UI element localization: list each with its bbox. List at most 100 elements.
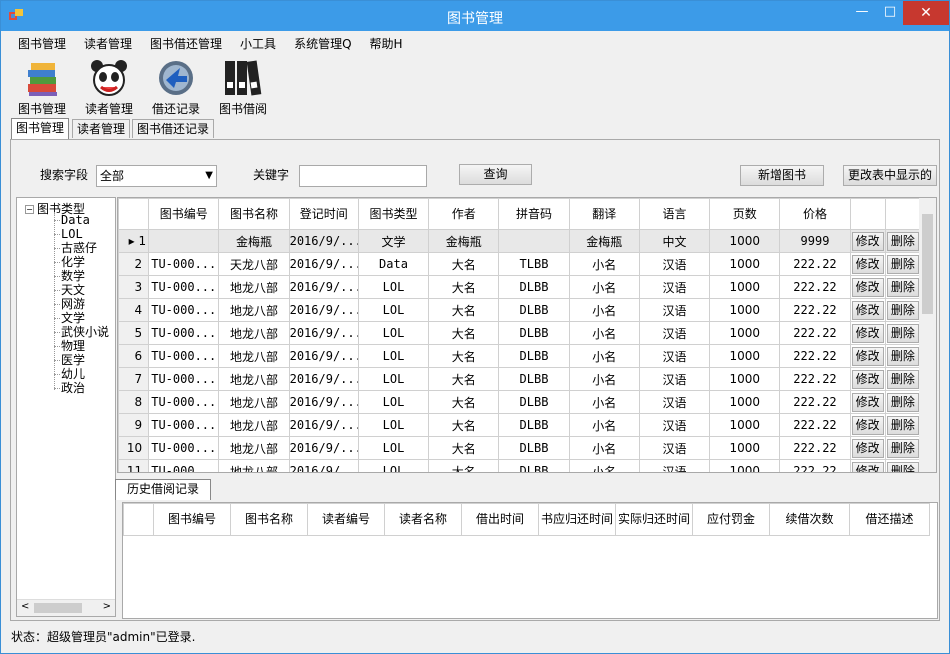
cell-price[interactable]: 222.22 <box>779 459 851 472</box>
cell-price[interactable]: 222.22 <box>779 367 851 391</box>
table-row[interactable]: ▸ 1 金梅瓶 2016/9/... 文学 金梅瓶 金梅瓶 中文 1000 9999 修改 删除 <box>118 229 922 253</box>
cell-price[interactable]: 222.22 <box>779 275 851 299</box>
table-row[interactable]: 8 TU-000... 地龙八部 2016/9/... LOL 大名 DLBB 小名 汉语 100… <box>118 390 922 414</box>
table-row[interactable]: 6 TU-000... 地龙八部 2016/9/... LOL 大名 DLBB 小名 汉语 100… <box>118 344 922 368</box>
cell-py[interactable]: TLBB <box>498 252 570 276</box>
delete-button[interactable]: 删除 <box>886 369 919 389</box>
menu-book-management[interactable]: 图书管理 <box>9 34 75 54</box>
edit-button[interactable]: 修改 <box>851 231 884 251</box>
delete-button[interactable]: 删除 <box>886 323 919 343</box>
row-header[interactable]: 8 <box>118 390 150 414</box>
table-row[interactable]: 11 TU-000... 地龙八部 2016/9/... LOL 大名 DLBB 小名 汉语 10… <box>118 459 922 472</box>
cell-py[interactable]: DLBB <box>498 390 570 414</box>
toolbar-book-borrow[interactable]: 图书借阅 <box>212 58 274 117</box>
book-type-tree[interactable]: − 图书类型 Data LOL 古惑仔 化学 数学 天文 网游 文学 武侠小说 物… <box>16 197 116 617</box>
menu-help[interactable]: 帮助H <box>361 34 412 54</box>
cell-type[interactable]: LOL <box>357 298 430 322</box>
cell-id[interactable]: TU-000... <box>148 298 220 322</box>
column-header[interactable]: 登记时间 <box>288 198 359 230</box>
cell-lang[interactable]: 中文 <box>638 229 711 253</box>
cell-author[interactable]: 大名 <box>428 344 500 368</box>
scroll-thumb[interactable] <box>922 214 933 314</box>
column-header[interactable]: 借出时间 <box>461 503 539 536</box>
cell-pages[interactable]: 1000 <box>709 252 781 276</box>
search-field-select[interactable]: 全部 ▼ <box>96 165 217 187</box>
tree-node[interactable]: 化学 <box>54 256 109 270</box>
cell-author[interactable]: 大名 <box>428 367 500 391</box>
cell-id[interactable]: TU-000... <box>148 390 220 414</box>
table-row[interactable]: 3 TU-000... 地龙八部 2016/9/... LOL 大名 DLBB 小名 汉语 100… <box>118 275 922 299</box>
cell-date[interactable]: 2016/9/... <box>288 459 359 472</box>
collapse-icon[interactable]: − <box>25 205 34 214</box>
edit-button[interactable]: 修改 <box>851 415 884 435</box>
cell-type[interactable]: LOL <box>357 367 430 391</box>
table-row[interactable]: 10 TU-000... 地龙八部 2016/9/... LOL 大名 DLBB 小名 汉语 10… <box>118 436 922 460</box>
row-header[interactable]: 5 <box>118 321 150 345</box>
tree-node[interactable]: 网游 <box>54 298 109 312</box>
column-header[interactable]: 作者 <box>428 198 500 230</box>
cell-type[interactable]: 文学 <box>357 229 430 253</box>
cell-lang[interactable]: 汉语 <box>638 436 711 460</box>
cell-trans[interactable]: 小名 <box>568 367 640 391</box>
cell-pages[interactable]: 1000 <box>709 413 781 437</box>
tree-node[interactable]: 武侠小说 <box>54 326 109 340</box>
tree-node[interactable]: 幼儿 <box>54 368 109 382</box>
scroll-left-icon[interactable]: < <box>21 601 29 612</box>
cell-lang[interactable]: 汉语 <box>638 390 711 414</box>
cell-py[interactable] <box>498 229 570 253</box>
cell-id[interactable]: TU-000... <box>148 413 220 437</box>
cell-trans[interactable]: 小名 <box>568 413 640 437</box>
cell-author[interactable]: 大名 <box>428 252 500 276</box>
cell-lang[interactable]: 汉语 <box>638 275 711 299</box>
cell-trans[interactable]: 小名 <box>568 344 640 368</box>
cell-py[interactable]: DLBB <box>498 298 570 322</box>
row-header[interactable]: 10 <box>118 436 150 460</box>
column-header[interactable]: 图书名称 <box>218 198 290 230</box>
tree-horizontal-scrollbar[interactable]: < > <box>17 599 115 616</box>
tree-node[interactable]: 医学 <box>54 354 109 368</box>
column-header[interactable]: 拼音码 <box>498 198 570 230</box>
tree-node[interactable]: LOL <box>54 228 109 242</box>
cell-id[interactable] <box>148 229 220 253</box>
cell-author[interactable]: 大名 <box>428 390 500 414</box>
cell-type[interactable]: LOL <box>357 459 430 472</box>
cell-name[interactable]: 金梅瓶 <box>218 229 290 253</box>
column-header[interactable]: 翻译 <box>568 198 640 230</box>
cell-name[interactable]: 地龙八部 <box>218 459 290 472</box>
cell-date[interactable]: 2016/9/... <box>288 298 359 322</box>
cell-pages[interactable]: 1000 <box>709 275 781 299</box>
cell-author[interactable]: 大名 <box>428 275 500 299</box>
tree-node[interactable]: 物理 <box>54 340 109 354</box>
cell-name[interactable]: 地龙八部 <box>218 344 290 368</box>
edit-button[interactable]: 修改 <box>851 369 884 389</box>
cell-py[interactable]: DLBB <box>498 436 570 460</box>
delete-button[interactable]: 删除 <box>886 300 919 320</box>
column-header[interactable]: 图书编号 <box>153 503 231 536</box>
cell-name[interactable]: 地龙八部 <box>218 321 290 345</box>
cell-price[interactable]: 222.22 <box>779 298 851 322</box>
edit-button[interactable]: 修改 <box>851 277 884 297</box>
cell-name[interactable]: 地龙八部 <box>218 413 290 437</box>
delete-button[interactable]: 删除 <box>886 461 919 472</box>
column-header[interactable]: 读者编号 <box>307 503 385 536</box>
cell-pages[interactable]: 1000 <box>709 321 781 345</box>
menu-reader-management[interactable]: 读者管理 <box>75 34 141 54</box>
column-header[interactable]: 价格 <box>779 198 851 230</box>
cell-date[interactable]: 2016/9/... <box>288 390 359 414</box>
cell-lang[interactable]: 汉语 <box>638 413 711 437</box>
tab-history-records[interactable]: 历史借阅记录 <box>115 479 211 500</box>
cell-price[interactable]: 222.22 <box>779 413 851 437</box>
row-header[interactable]: 4 <box>118 298 150 322</box>
cell-py[interactable]: DLBB <box>498 459 570 472</box>
cell-type[interactable]: LOL <box>357 275 430 299</box>
cell-price[interactable]: 222.22 <box>779 344 851 368</box>
tree-node[interactable]: 数学 <box>54 270 109 284</box>
cell-lang[interactable]: 汉语 <box>638 367 711 391</box>
cell-type[interactable]: Data <box>357 252 430 276</box>
table-row[interactable]: 9 TU-000... 地龙八部 2016/9/... LOL 大名 DLBB 小名 汉语 100… <box>118 413 922 437</box>
cell-date[interactable]: 2016/9/... <box>288 275 359 299</box>
row-header[interactable]: 2 <box>118 252 150 276</box>
cell-price[interactable]: 222.22 <box>779 321 851 345</box>
cell-author[interactable]: 大名 <box>428 413 500 437</box>
cell-lang[interactable]: 汉语 <box>638 321 711 345</box>
